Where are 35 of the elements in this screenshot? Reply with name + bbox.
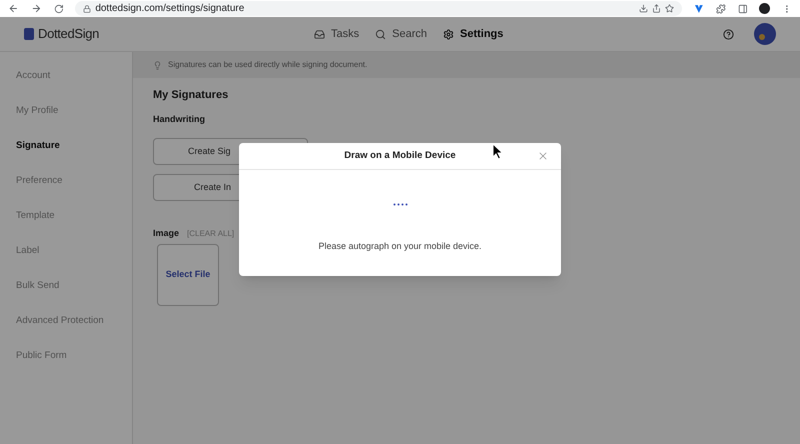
settings-icon <box>442 28 454 40</box>
select-file-button[interactable]: Select File <box>157 244 219 306</box>
dialog-message: Please autograph on your mobile device. <box>318 240 482 253</box>
lock-icon <box>83 4 92 12</box>
handwriting-label: Handwriting <box>153 112 206 126</box>
lightbulb-icon <box>153 60 162 70</box>
extension-icon[interactable] <box>694 4 704 14</box>
sidebar-item[interactable]: Public Form <box>0 338 160 373</box>
star-icon[interactable] <box>665 4 674 13</box>
download-icon[interactable] <box>639 4 648 13</box>
logo-text: DottedSign <box>38 25 100 44</box>
close-icon[interactable] <box>537 150 549 162</box>
nav-tab[interactable]: Search <box>375 26 427 42</box>
nav-tab[interactable]: Settings <box>442 26 504 42</box>
reload-icon[interactable] <box>54 4 64 14</box>
dialog-title: Draw on a Mobile Device <box>344 148 456 163</box>
loading-icon <box>392 203 408 206</box>
puzzle-icon[interactable] <box>716 4 726 14</box>
back-icon[interactable] <box>8 3 19 14</box>
side-panel-icon[interactable] <box>738 4 748 14</box>
url-text: dottedsign.com/settings/signature <box>95 2 244 16</box>
search-icon <box>375 28 386 40</box>
nav-tab[interactable]: Tasks <box>314 26 360 42</box>
user-avatar[interactable] <box>754 23 776 45</box>
tasks-icon <box>314 28 325 40</box>
share-icon[interactable] <box>652 4 662 13</box>
address-bar[interactable]: dottedsign.com/settings/signature <box>75 1 682 16</box>
image-label: Image <box>153 227 180 240</box>
tip-text: Signatures can be used directly while signing document. <box>168 59 368 71</box>
profile-avatar[interactable] <box>759 3 770 14</box>
logo-icon <box>24 28 34 40</box>
help-icon[interactable] <box>723 28 734 40</box>
section-title: My Signatures <box>153 88 230 103</box>
forward-icon[interactable] <box>30 3 42 14</box>
clear-all-link[interactable]: [CLEAR ALL] <box>187 228 234 240</box>
